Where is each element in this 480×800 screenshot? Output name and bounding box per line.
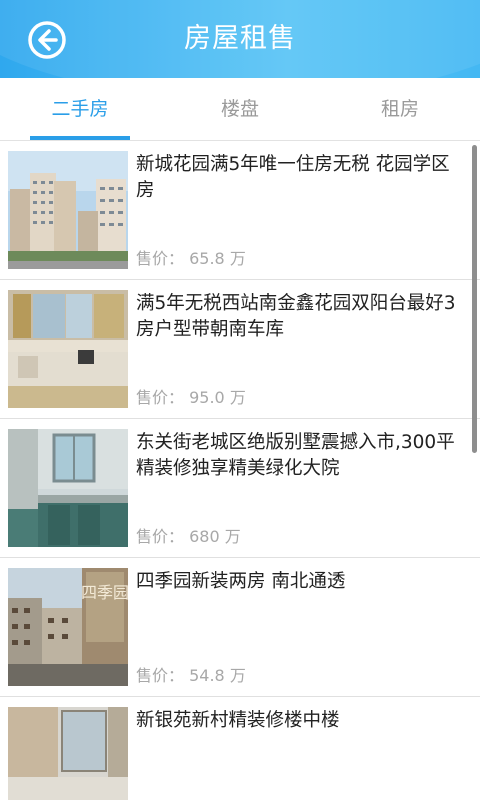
listing-price: 售价： 680 万 [136,527,241,546]
back-arrow-icon [28,21,66,59]
listing-thumbnail: 四季园 [8,568,128,686]
listing-title: 满5年无税西站南金鑫花园双阳台最好3房户型带朝南车库 [136,293,456,340]
tab-rentals[interactable]: 租房 [320,78,480,140]
list-item[interactable]: 东关街老城区绝版别墅震撼入市,300平精装修独享精美绿化大院 售价： 680 万 [0,419,480,558]
listing-title: 东关街老城区绝版别墅震撼入市,300平精装修独享精美绿化大院 [136,432,455,479]
listing-thumbnail [8,707,128,800]
list-item[interactable]: 新银苑新村精装修楼中楼 [0,697,480,800]
list-item[interactable]: 满5年无税西站南金鑫花园双阳台最好3房户型带朝南车库 售价： 95.0 万 [0,280,480,419]
listing-title: 新城花园满5年唯一住房无税 花园学区房 [136,154,450,201]
scrollbar[interactable] [472,145,477,453]
thumbnail-sign-text: 四季园 [81,583,128,602]
listing-thumbnail [8,151,128,269]
listing-price: 售价： 95.0 万 [136,388,246,407]
list-item[interactable]: 四季园 四季园新装两房 南北通透 售价： 54.8 万 [0,558,480,697]
tab-new-buildings[interactable]: 楼盘 [160,78,320,140]
listing-list[interactable]: 新城花园满5年唯一住房无税 花园学区房 售价： 65.8 万 满5年无税西站南金… [0,141,480,800]
app-header: 房屋租售 [0,0,480,78]
list-item[interactable]: 新城花园满5年唯一住房无税 花园学区房 售价： 65.8 万 [0,141,480,280]
page-title: 房屋租售 [184,23,296,54]
back-button[interactable] [27,20,67,60]
tab-second-hand[interactable]: 二手房 [0,78,160,140]
listing-title: 四季园新装两房 南北通透 [136,571,346,592]
listing-price: 售价： 65.8 万 [136,249,246,268]
listing-price: 售价： 54.8 万 [136,666,246,685]
listing-title: 新银苑新村精装修楼中楼 [136,710,340,731]
listing-thumbnail [8,429,128,547]
tab-bar: 二手房 楼盘 租房 [0,78,480,141]
listing-thumbnail [8,290,128,408]
